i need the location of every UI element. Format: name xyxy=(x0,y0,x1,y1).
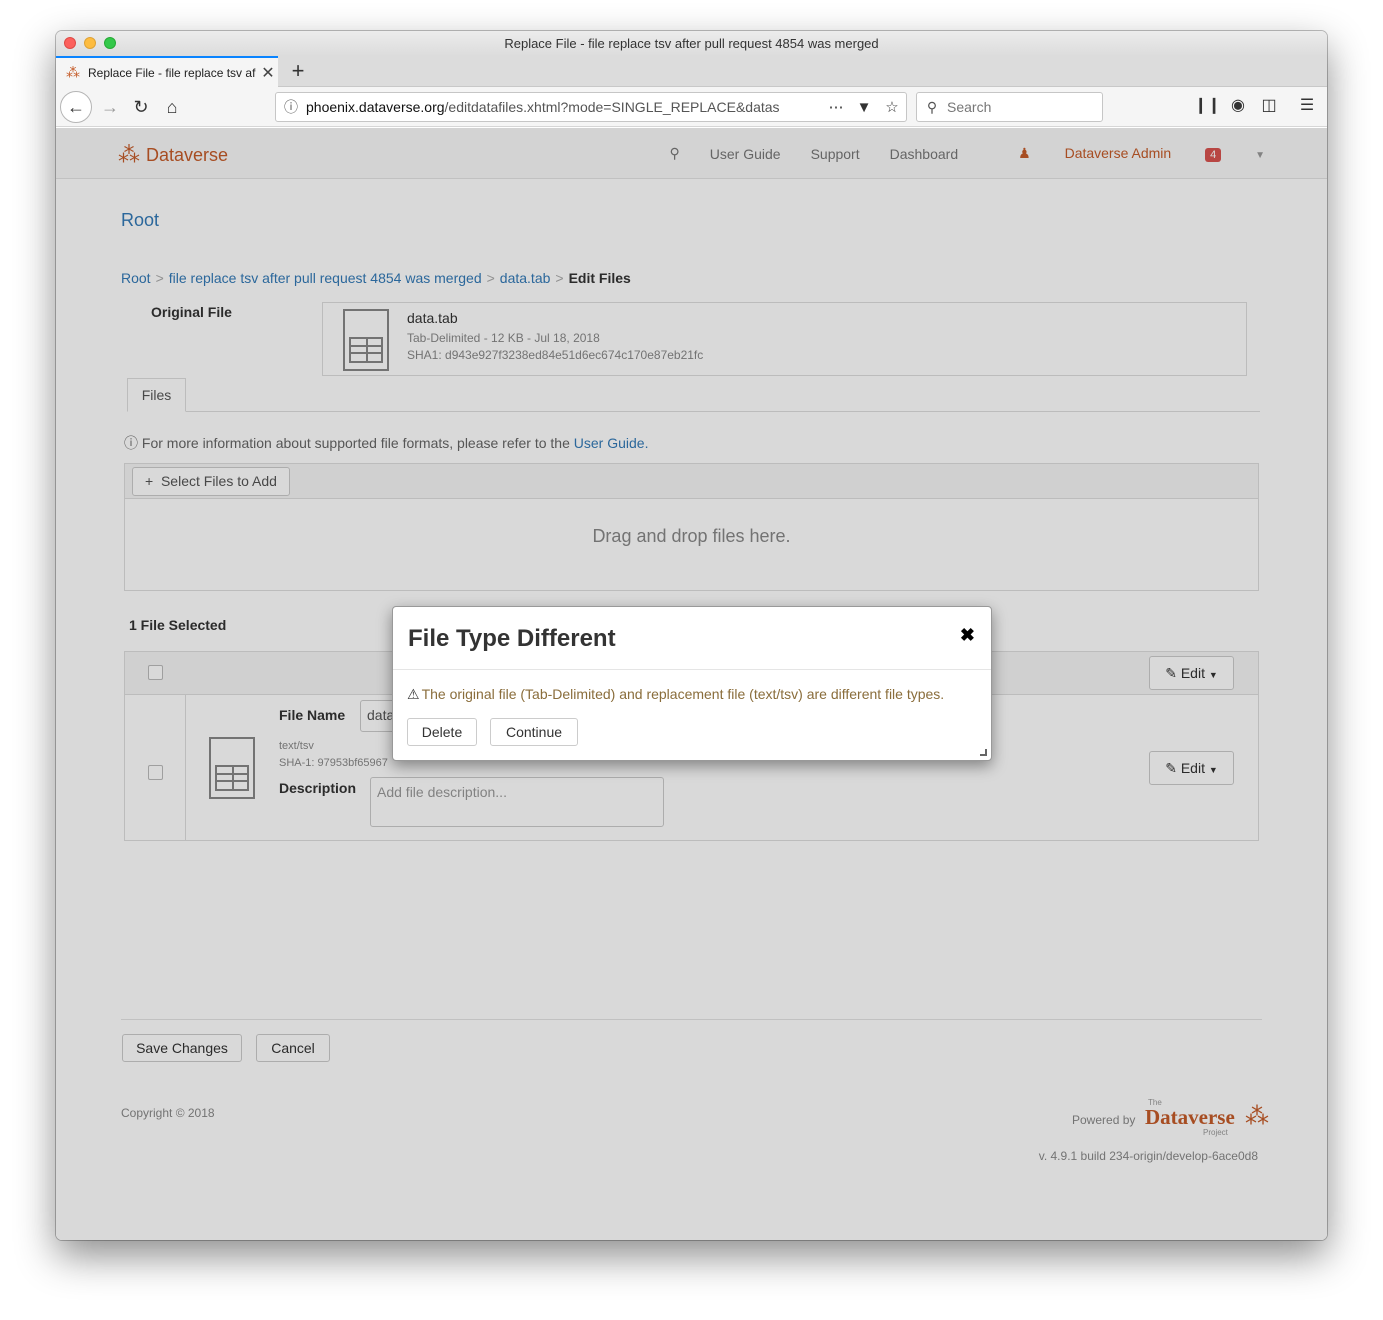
site-info-icon[interactable]: ⓘ xyxy=(276,97,306,117)
modal-title: File Type Different xyxy=(408,625,616,652)
navigation-bar: ← → ↻ ⌂ ⓘ phoenix.dataverse.org/editdata… xyxy=(56,87,1327,127)
tab-strip: ⁂ Replace File - file replace tsv af ✕ + xyxy=(56,56,1327,87)
file-type-different-dialog: File Type Different ✖ ⚠ The original file… xyxy=(392,606,992,761)
back-button[interactable]: ← xyxy=(60,91,92,123)
search-placeholder: Search xyxy=(947,99,992,115)
library-icon[interactable]: ❙❙ xyxy=(1194,95,1221,115)
browser-tab[interactable]: ⁂ Replace File - file replace tsv af ✕ xyxy=(56,56,278,87)
zoom-window-button[interactable] xyxy=(104,37,116,49)
url-text: phoenix.dataverse.org/editdatafiles.xhtm… xyxy=(306,99,780,115)
window-title: Replace File - file replace tsv after pu… xyxy=(504,36,879,51)
resize-handle-icon[interactable] xyxy=(980,749,987,756)
forward-button[interactable]: → xyxy=(96,93,124,121)
tab-title: Replace File - file replace tsv af xyxy=(88,65,256,80)
close-window-button[interactable] xyxy=(64,37,76,49)
page-actions-icon[interactable]: ⋯ xyxy=(822,98,850,116)
pocket-icon[interactable]: ▼ xyxy=(850,99,878,116)
reload-button[interactable]: ↻ xyxy=(127,93,155,121)
close-icon[interactable]: ✖ xyxy=(960,625,975,646)
search-bar[interactable]: ⚲ Search xyxy=(916,92,1103,122)
home-button[interactable]: ⌂ xyxy=(158,93,186,121)
close-tab-icon[interactable]: ✕ xyxy=(258,63,278,83)
url-bar[interactable]: ⓘ phoenix.dataverse.org/editdatafiles.xh… xyxy=(275,92,907,122)
dataverse-favicon-icon: ⁂ xyxy=(66,64,80,80)
minimize-window-button[interactable] xyxy=(84,37,96,49)
delete-button[interactable]: Delete xyxy=(407,718,477,746)
modal-message: ⚠ The original file (Tab-Delimited) and r… xyxy=(407,686,945,702)
continue-button[interactable]: Continue xyxy=(490,718,578,746)
web-page: ⁂ Dataverse ⚲ User Guide Support Dashboa… xyxy=(56,128,1327,1240)
browser-window: Replace File - file replace tsv after pu… xyxy=(56,31,1327,1240)
new-tab-button[interactable]: + xyxy=(286,58,310,84)
search-icon: ⚲ xyxy=(926,98,938,115)
sidebar-icon[interactable]: ◫ xyxy=(1257,95,1281,115)
bookmark-star-icon[interactable]: ☆ xyxy=(878,98,906,116)
warning-icon: ⚠ xyxy=(407,686,420,702)
extension-icon[interactable]: ◉ xyxy=(1226,95,1250,115)
title-bar: Replace File - file replace tsv after pu… xyxy=(56,31,1327,56)
menu-icon[interactable]: ☰ xyxy=(1295,95,1319,115)
